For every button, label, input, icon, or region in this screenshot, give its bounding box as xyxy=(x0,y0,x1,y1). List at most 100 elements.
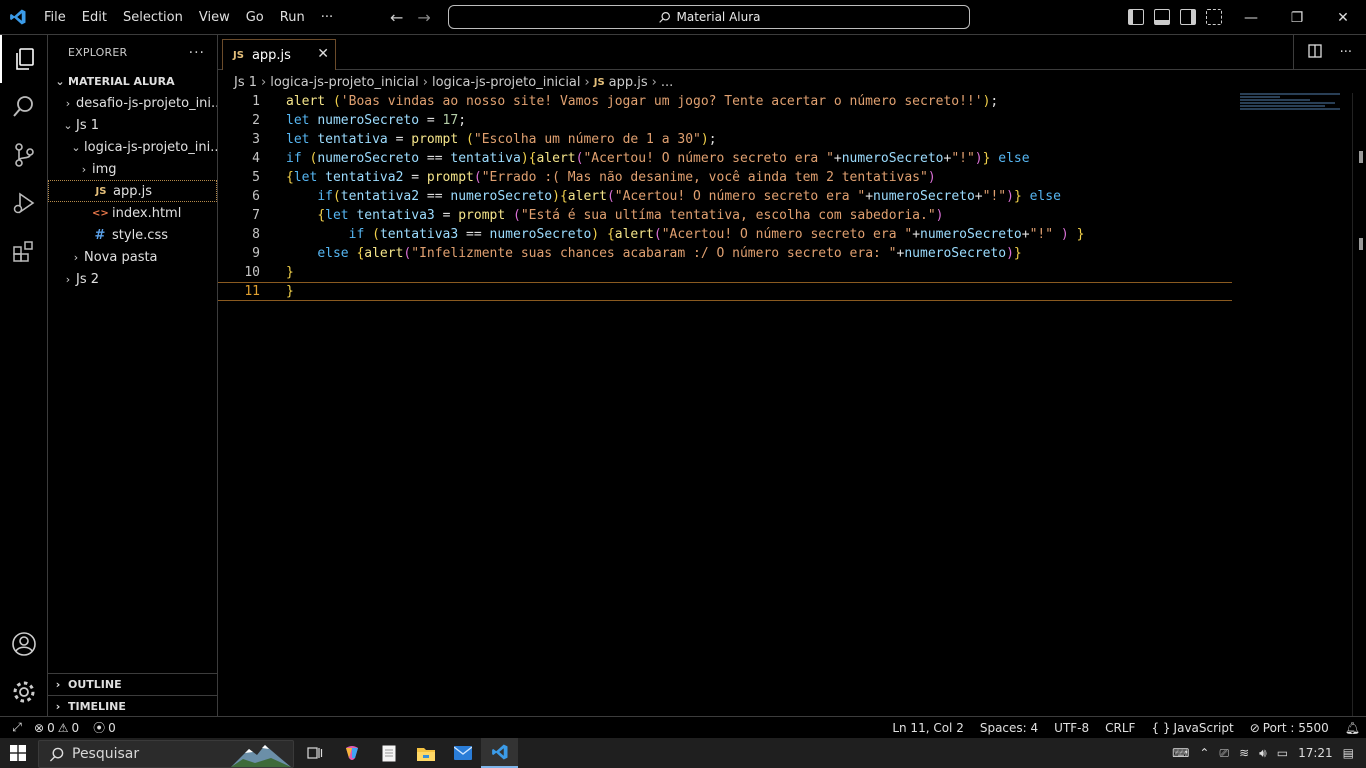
language-mode[interactable]: { } JavaScript xyxy=(1151,721,1233,735)
scrollbar-marker xyxy=(1359,151,1363,163)
menu-run[interactable]: Run xyxy=(272,10,313,25)
timeline-section[interactable]: › TIMELINE xyxy=(48,695,217,717)
search-placeholder: Pesquisar xyxy=(72,746,140,762)
notepad-icon[interactable] xyxy=(370,738,407,768)
wifi-icon[interactable]: ≋ xyxy=(1239,746,1249,760)
code-line[interactable]: 10} xyxy=(218,263,1238,282)
code-text: {let tentativa2 = prompt("Errado :( Mas … xyxy=(286,170,936,185)
extensions-icon[interactable] xyxy=(0,227,48,275)
tree-item[interactable]: <> index.html xyxy=(48,202,217,224)
more-actions-icon[interactable]: ··· xyxy=(189,45,205,61)
code-line[interactable]: 4 if (numeroSecreto == tentativa){alert("… xyxy=(218,149,1238,168)
breadcrumb: Js 1 › logica-js-projeto_inicial › logic… xyxy=(218,71,1366,93)
live-server-port[interactable]: ⊘ Port : 5500 xyxy=(1250,721,1329,735)
more-editor-actions-icon[interactable]: ··· xyxy=(1340,45,1352,60)
menu-selection[interactable]: Selection xyxy=(115,10,191,25)
vertical-scrollbar[interactable] xyxy=(1352,93,1366,716)
code-text: } xyxy=(286,265,294,280)
tree-item-label: Nova pasta xyxy=(84,249,158,265)
notification-center-icon[interactable]: ▤ xyxy=(1343,746,1354,760)
settings-gear-icon[interactable] xyxy=(0,668,48,716)
code-line[interactable]: 9 else {alert("Infelizmente suas chances… xyxy=(218,244,1238,263)
chevron-up-icon[interactable]: ⌃ xyxy=(1199,746,1209,760)
code-line[interactable]: 6 if(tentativa2 == numeroSecreto){alert(… xyxy=(218,187,1238,206)
code-editor[interactable]: 1 alert ('Boas vindas ao nosso site! Vamo… xyxy=(218,92,1238,301)
tree-item[interactable]: › Nova pasta xyxy=(48,246,217,268)
keyboard-icon[interactable]: ⌨ xyxy=(1172,746,1189,760)
run-debug-icon[interactable] xyxy=(0,179,48,227)
toggle-secondary-sidebar-icon[interactable] xyxy=(1180,9,1196,25)
tab-app-js[interactable]: JS app.js ✕ xyxy=(222,39,336,70)
indentation[interactable]: Spaces: 4 xyxy=(980,721,1038,735)
code-line[interactable]: 2 let numeroSecreto = 17; xyxy=(218,111,1238,130)
remote-icon[interactable]: ⤢ xyxy=(0,720,34,735)
problems-indicator[interactable]: ⊗ 0 ⚠ 0 xyxy=(34,721,79,735)
minimize-icon[interactable]: — xyxy=(1228,0,1274,35)
close-tab-icon[interactable]: ✕ xyxy=(317,46,329,62)
breadcrumb-item[interactable]: logica-js-projeto_inicial xyxy=(270,75,419,90)
file-explorer-icon[interactable] xyxy=(407,738,444,768)
workspace-root[interactable]: ⌄ MATERIAL ALURA xyxy=(48,70,217,92)
menu-edit[interactable]: Edit xyxy=(74,10,115,25)
search-activity-icon[interactable] xyxy=(0,83,48,131)
tree-item[interactable]: JS app.js xyxy=(48,180,217,202)
outline-section[interactable]: › OUTLINE xyxy=(48,673,217,695)
timeline-label: TIMELINE xyxy=(68,700,126,713)
command-center-search[interactable]: Material Alura xyxy=(448,5,970,29)
menu-view[interactable]: View xyxy=(191,10,238,25)
language-label: JavaScript xyxy=(1173,720,1234,735)
clock[interactable]: 17:21 xyxy=(1298,746,1333,760)
code-line[interactable]: 3 let tentativa = prompt ("Escolha um núm… xyxy=(218,130,1238,149)
line-ending[interactable]: CRLF xyxy=(1105,721,1135,735)
battery-icon[interactable]: ▭ xyxy=(1277,746,1288,760)
menu-file[interactable]: File xyxy=(36,10,74,25)
copilot-icon[interactable] xyxy=(333,738,370,768)
tree-item[interactable]: ⌄ Js 1 xyxy=(48,114,217,136)
breadcrumb-item[interactable]: Js 1 xyxy=(234,75,257,90)
task-view-icon[interactable] xyxy=(296,738,333,768)
port-label: Port : 5500 xyxy=(1262,720,1329,735)
windows-start-icon[interactable] xyxy=(0,738,36,768)
toggle-panel-icon[interactable] xyxy=(1154,9,1170,25)
menu-go[interactable]: Go xyxy=(238,10,272,25)
tree-item[interactable]: › Js 2 xyxy=(48,268,217,290)
tree-item[interactable]: › desafio-js-projeto_ini... xyxy=(48,92,217,114)
customize-layout-icon[interactable] xyxy=(1206,9,1222,25)
code-line[interactable]: 8 if (tentativa3 == numeroSecreto) {aler… xyxy=(218,225,1238,244)
menu-more[interactable]: ··· xyxy=(313,10,341,25)
toggle-sidebar-icon[interactable] xyxy=(1128,9,1144,25)
code-line[interactable]: 1 alert ('Boas vindas ao nosso site! Vamo… xyxy=(218,92,1238,111)
chevron-down-icon: ⌄ xyxy=(63,118,73,132)
code-line[interactable]: 5 {let tentativa2 = prompt("Errado :( Mas… xyxy=(218,168,1238,187)
tree-item[interactable]: › img xyxy=(48,158,217,180)
meet-icon[interactable]: ⎚ xyxy=(1219,746,1229,761)
code-line[interactable]: 7 {let tentativa3 = prompt ("Está é sua … xyxy=(218,206,1238,225)
chevron-right-icon: › xyxy=(584,74,590,90)
breadcrumb-item[interactable]: app.js xyxy=(609,75,648,90)
tree-item[interactable]: # style.css xyxy=(48,224,217,246)
vscode-taskbar-icon[interactable] xyxy=(481,738,518,768)
explorer-icon[interactable] xyxy=(0,35,48,83)
breadcrumb-item[interactable]: logica-js-projeto_inicial xyxy=(432,75,581,90)
split-editor-icon[interactable] xyxy=(1307,43,1322,62)
source-control-icon[interactable] xyxy=(0,131,48,179)
volume-icon[interactable]: 🔊︎ xyxy=(1259,746,1267,761)
accounts-icon[interactable] xyxy=(0,620,48,668)
cursor-position[interactable]: Ln 11, Col 2 xyxy=(892,721,964,735)
mail-icon[interactable] xyxy=(444,738,481,768)
tree-item[interactable]: ⌄ logica-js-projeto_ini... xyxy=(48,136,217,158)
minimap[interactable] xyxy=(1240,93,1350,113)
notifications-icon[interactable]: 🔔︎ xyxy=(1345,721,1360,735)
ports-indicator[interactable]: ⦿ 0 xyxy=(93,719,116,736)
back-arrow-icon[interactable]: ← xyxy=(390,8,403,27)
restore-icon[interactable]: ❐ xyxy=(1274,0,1320,35)
close-window-icon[interactable]: ✕ xyxy=(1320,0,1366,35)
code-line[interactable]: 11} xyxy=(218,282,1232,301)
code-text: if(tentativa2 == numeroSecreto){alert("A… xyxy=(317,189,1061,204)
taskbar-search[interactable]: Pesquisar xyxy=(38,740,294,768)
forward-arrow-icon[interactable]: → xyxy=(417,8,430,27)
editor-tabs: JS app.js ✕ ··· xyxy=(218,35,1366,70)
breadcrumb-item[interactable]: ... xyxy=(661,75,673,90)
encoding[interactable]: UTF-8 xyxy=(1054,721,1089,735)
taskbar-apps xyxy=(296,738,518,768)
